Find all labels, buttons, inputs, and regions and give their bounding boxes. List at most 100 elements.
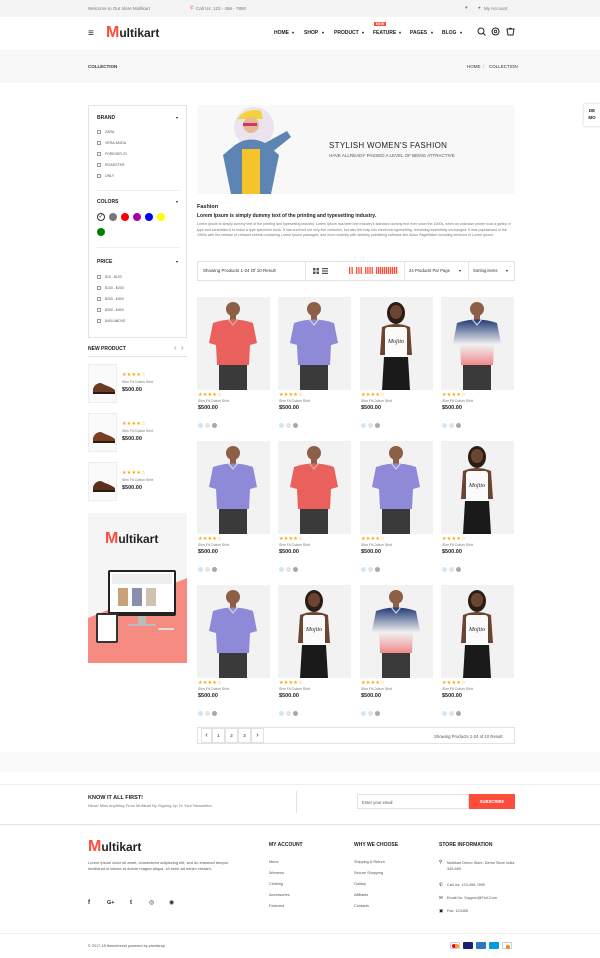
price-checkbox[interactable] [97, 275, 101, 279]
color-option[interactable] [286, 567, 291, 572]
color-option[interactable] [449, 423, 454, 428]
collection-banner[interactable]: STYLISH WOMEN'S FASHION HAVE ALLREADY PA… [197, 105, 515, 194]
caret-down-icon[interactable]: ▾ [176, 199, 178, 204]
email-input[interactable]: Enter your email [357, 794, 469, 809]
product-name[interactable]: Slim Fit Cotton Shirt [442, 399, 473, 403]
product-card[interactable]: ★★★★☆ Slim Fit Cotton Shirt $500.00 [197, 297, 270, 432]
new-product-item[interactable]: ★★★★☆ Slim Fit Cotton Shirt $500.00 [88, 413, 187, 453]
user-icon[interactable]: ● [478, 5, 481, 10]
product-name[interactable]: Slim Fit Cotton Shirt [198, 399, 229, 403]
color-swatch-red[interactable] [121, 213, 129, 221]
subscribe-button[interactable]: SUBSCRIBE [469, 794, 515, 809]
product-image[interactable] [197, 441, 270, 534]
brand-checkbox[interactable] [97, 130, 101, 134]
product-name[interactable]: Slim Fit Cotton Shirt [122, 429, 153, 433]
google-plus-icon[interactable]: G+ [107, 900, 115, 906]
color-option[interactable] [456, 711, 461, 716]
menu-icon[interactable]: ≡ [88, 28, 94, 39]
price-checkbox[interactable] [97, 319, 101, 323]
demo-side-tab[interactable]: DE MO [584, 104, 600, 126]
color-option[interactable] [442, 711, 447, 716]
product-card[interactable]: Mojito ★★★★☆ Slim Fit Cotton Shirt $500.00 [360, 297, 433, 432]
product-card[interactable]: Mojito ★★★★☆ Slim Fit Cotton Shirt $500.00 [278, 585, 351, 720]
footer-link[interactable]: Accessories [269, 893, 289, 897]
product-image[interactable]: Mojito [441, 585, 514, 678]
product-name[interactable]: Slim Fit Cotton Shirt [122, 478, 153, 482]
color-option[interactable] [212, 567, 217, 572]
caret-down-icon[interactable]: ▾ [176, 259, 178, 264]
shoe-image[interactable] [88, 462, 117, 501]
product-card[interactable]: ★★★★☆ Slim Fit Cotton Shirt $500.00 [197, 585, 270, 720]
footer-link[interactable]: Affiliates [354, 893, 368, 897]
prev-arrow-icon[interactable]: ‹ [174, 343, 177, 352]
product-card[interactable]: ★★★★☆ Slim Fit Cotton Shirt $500.00 [278, 441, 351, 576]
product-image[interactable] [278, 297, 351, 390]
list-view-icon[interactable] [322, 268, 328, 274]
product-name[interactable]: Slim Fit Cotton Shirt [442, 687, 473, 691]
my-account-link[interactable]: My Account [484, 6, 507, 11]
color-option[interactable] [449, 711, 454, 716]
color-option[interactable] [198, 423, 203, 428]
color-option[interactable] [286, 423, 291, 428]
product-name[interactable]: Slim Fit Cotton Shirt [361, 399, 392, 403]
filter-brand-title[interactable]: BRAND [97, 115, 115, 121]
store-email[interactable]: Email Us: Support@Fiot.Com [447, 896, 497, 900]
gear-icon[interactable] [491, 27, 500, 36]
product-name[interactable]: Slim Fit Cotton Shirt [361, 687, 392, 691]
filter-colors-title[interactable]: COLORS [97, 199, 118, 205]
twitter-icon[interactable]: t [130, 900, 132, 906]
footer-link[interactable]: Shipping & Return [354, 860, 385, 864]
color-option[interactable] [198, 567, 203, 572]
product-image[interactable] [278, 441, 351, 534]
pagination-next[interactable]: › [251, 728, 264, 743]
nav-product[interactable]: PRODUCT [334, 30, 359, 36]
color-option[interactable] [442, 567, 447, 572]
product-name[interactable]: Slim Fit Cotton Shirt [279, 399, 310, 403]
shoe-image[interactable] [88, 413, 117, 452]
color-option[interactable] [361, 567, 366, 572]
new-product-item[interactable]: ★★★★☆ Slim Fit Cotton Shirt $500.00 [88, 462, 187, 502]
product-image[interactable] [197, 297, 270, 390]
color-option[interactable] [449, 567, 454, 572]
footer-link[interactable]: Featured [269, 904, 284, 908]
product-name[interactable]: Slim Fit Cotton Shirt [442, 543, 473, 547]
color-option[interactable] [361, 711, 366, 716]
new-product-item[interactable]: ★★★★☆ Slim Fit Cotton Shirt $500.00 [88, 364, 187, 404]
color-option[interactable] [456, 567, 461, 572]
footer-link[interactable]: Clothing [269, 882, 283, 886]
product-name[interactable]: Slim Fit Cotton Shirt [361, 543, 392, 547]
color-swatch-green[interactable] [97, 228, 105, 236]
promo-banner[interactable]: Multikart [88, 513, 187, 663]
product-card[interactable]: ★★★★☆ Slim Fit Cotton Shirt $500.00 [197, 441, 270, 576]
color-option[interactable] [205, 567, 210, 572]
grid-view-icon[interactable] [313, 268, 319, 274]
facebook-icon[interactable]: f [88, 900, 90, 906]
breadcrumb-home[interactable]: HOME [467, 64, 481, 69]
product-image[interactable]: Mojito [360, 297, 433, 390]
color-option[interactable] [279, 423, 284, 428]
product-card[interactable]: ★★★★☆ Slim Fit Cotton Shirt $500.00 [441, 297, 514, 432]
product-image[interactable] [360, 585, 433, 678]
product-name[interactable]: Slim Fit Cotton Shirt [198, 543, 229, 547]
footer-link[interactable]: Womens [269, 871, 284, 875]
color-option[interactable] [205, 711, 210, 716]
pagination-prev[interactable]: ‹ [201, 728, 212, 743]
chevron-down-icon[interactable]: ▾ [506, 268, 508, 273]
color-option[interactable] [456, 423, 461, 428]
shoe-image[interactable] [88, 364, 117, 403]
price-checkbox[interactable] [97, 286, 101, 290]
product-image[interactable] [360, 441, 433, 534]
color-option[interactable] [368, 423, 373, 428]
color-option[interactable] [293, 567, 298, 572]
footer-link[interactable]: Mens [269, 860, 278, 864]
color-option[interactable] [375, 423, 380, 428]
product-image[interactable]: Mojito [278, 585, 351, 678]
pagination-page[interactable]: 2 [225, 728, 238, 743]
color-option[interactable] [293, 711, 298, 716]
color-option[interactable] [375, 711, 380, 716]
product-name[interactable]: Slim Fit Cotton Shirt [198, 687, 229, 691]
product-image[interactable] [197, 585, 270, 678]
product-card[interactable]: ★★★★☆ Slim Fit Cotton Shirt $500.00 [278, 297, 351, 432]
cart-icon[interactable] [506, 27, 515, 36]
color-option[interactable] [442, 423, 447, 428]
